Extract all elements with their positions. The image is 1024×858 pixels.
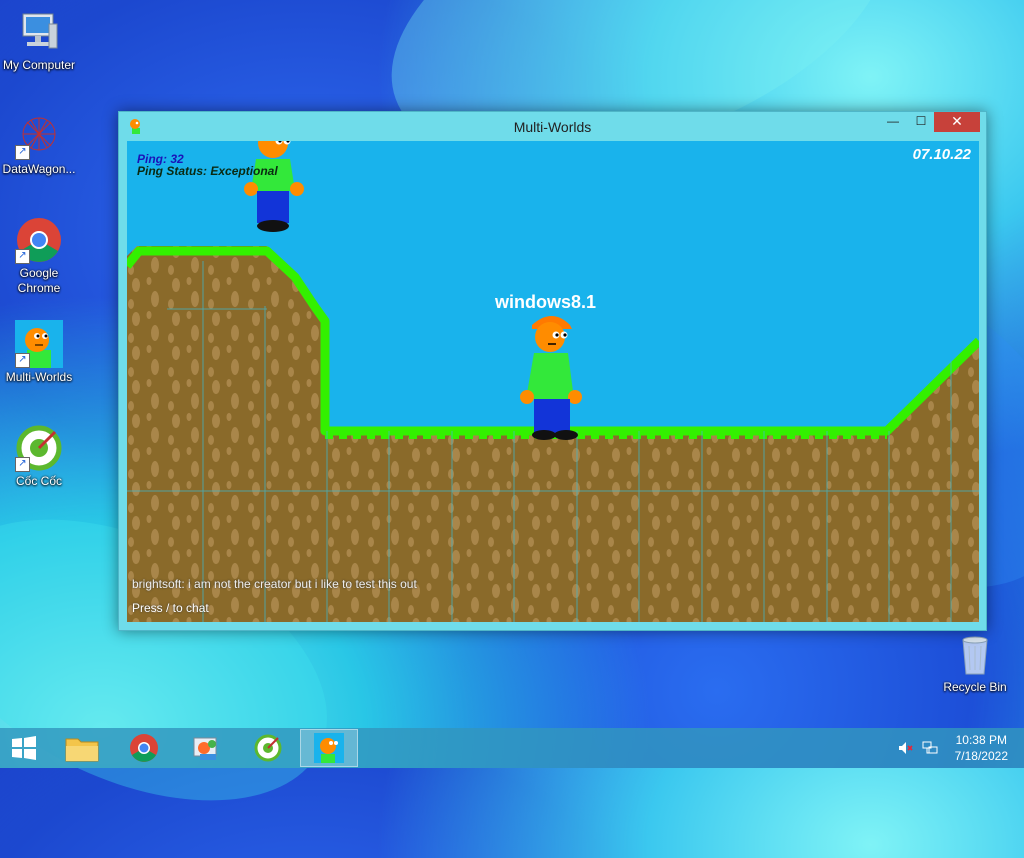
- taskbar-chrome[interactable]: [116, 729, 172, 767]
- windows-logo-icon: [12, 736, 36, 760]
- app-window-icon: [193, 737, 217, 760]
- multi-worlds-window[interactable]: Multi-Worlds — ☐ ✕ Ping: 32 Ping Status:…: [118, 111, 987, 631]
- ping-status-label: Ping Status: Exceptional: [137, 164, 278, 178]
- coc-coc-icon: [254, 734, 282, 762]
- taskbar-clock[interactable]: 10:38 PM 7/18/2022: [955, 732, 1008, 764]
- chrome-icon: ↗: [15, 216, 63, 264]
- volume-muted-icon[interactable]: [898, 741, 914, 755]
- desktop-icon-datawagon[interactable]: ↗ DataWagon...: [0, 112, 78, 177]
- game-scene: [127, 141, 979, 622]
- player-character: [520, 316, 582, 440]
- close-button[interactable]: ✕: [934, 112, 980, 132]
- desktop-icon-label: Multi-Worlds: [5, 370, 73, 384]
- desktop-icon-label: My Computer: [2, 58, 76, 72]
- desktop-icon-label: Google Chrome: [17, 266, 61, 295]
- game-date: 07.10.22: [912, 146, 971, 163]
- desktop-icon-label: Recycle Bin: [943, 680, 1007, 694]
- taskbar: 10:38 PM 7/18/2022: [0, 728, 1024, 768]
- network-graph-icon: ↗: [15, 112, 63, 160]
- multi-worlds-icon: ↗: [15, 320, 63, 368]
- taskbar-multi-worlds[interactable]: [300, 729, 358, 767]
- taskbar-file-explorer[interactable]: [54, 729, 110, 767]
- desktop-icon-label: DataWagon...: [2, 162, 76, 176]
- shortcut-arrow-icon: ↗: [15, 249, 30, 264]
- other-player-character: [244, 141, 304, 232]
- coc-coc-icon: ↗: [15, 424, 63, 472]
- taskbar-app[interactable]: [178, 729, 234, 767]
- chrome-icon: [130, 734, 158, 762]
- desktop-icon-coc-coc[interactable]: ↗ Cốc Cốc: [0, 424, 78, 489]
- taskbar-coc-coc[interactable]: [240, 729, 296, 767]
- desktop-icon-my-computer[interactable]: My Computer: [0, 8, 78, 73]
- computer-icon: [15, 8, 63, 56]
- desktop-icon-label: Cốc Cốc: [15, 474, 62, 488]
- shortcut-arrow-icon: ↗: [15, 145, 30, 160]
- desktop-icon-recycle-bin[interactable]: Recycle Bin: [936, 630, 1014, 695]
- chat-message: brightsoft: i am not the creator but i l…: [132, 577, 417, 591]
- desktop-icon-google-chrome[interactable]: ↗ Google Chrome: [0, 216, 78, 296]
- window-title: Multi-Worlds: [513, 119, 592, 135]
- window-titlebar[interactable]: Multi-Worlds — ☐ ✕: [119, 112, 986, 141]
- game-canvas[interactable]: Ping: 32 Ping Status: Exceptional 07.10.…: [127, 141, 979, 622]
- desktop-icon-multi-worlds[interactable]: ↗ Multi-Worlds: [0, 320, 78, 385]
- network-icon[interactable]: [922, 741, 938, 755]
- recycle-bin-icon: [951, 630, 999, 678]
- shortcut-arrow-icon: ↗: [15, 353, 30, 368]
- start-button[interactable]: [0, 729, 48, 767]
- shortcut-arrow-icon: ↗: [15, 457, 30, 472]
- clock-date: 7/18/2022: [954, 749, 1008, 763]
- folder-icon: [65, 738, 99, 762]
- player-name-tag: windows8.1: [495, 292, 597, 312]
- maximize-button[interactable]: ☐: [908, 112, 934, 132]
- chat-hint: Press / to chat: [132, 601, 209, 615]
- minimize-button[interactable]: —: [880, 112, 906, 132]
- multi-worlds-icon: [314, 733, 344, 763]
- clock-time: 10:38 PM: [955, 733, 1007, 747]
